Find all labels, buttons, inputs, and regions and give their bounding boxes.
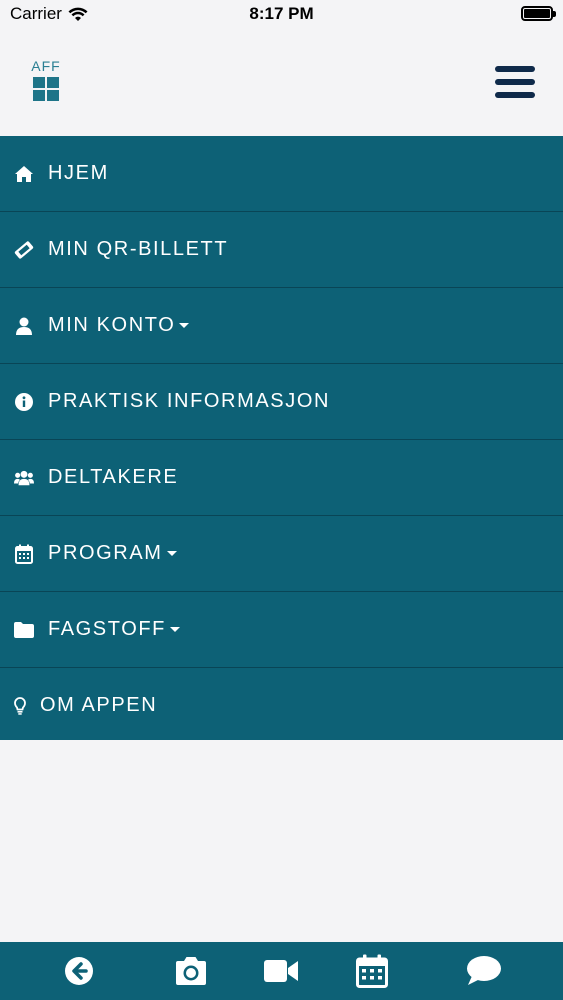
menu-item-hjem[interactable]: HJEM (0, 136, 563, 212)
navigation-menu: HJEM MIN QR-BILLETT MIN KONTO PRAKTISK I… (0, 136, 563, 744)
video-icon[interactable] (263, 954, 299, 988)
menu-item-min-konto[interactable]: MIN KONTO (0, 288, 563, 364)
calendar-icon (14, 544, 34, 564)
menu-item-label: FAGSTOFF (48, 618, 166, 640)
users-icon (14, 468, 34, 488)
menu-item-label: PRAKTISK INFORMASJON (48, 390, 331, 412)
menu-item-praktisk-informasjon[interactable]: PRAKTISK INFORMASJON (0, 364, 563, 440)
hamburger-menu-button[interactable] (495, 66, 535, 102)
menu-item-label: OM APPEN (40, 694, 158, 716)
battery-icon (521, 6, 556, 21)
menu-item-label: MIN KONTO (48, 314, 176, 336)
menu-item-om-appen[interactable]: OM APPEN (0, 668, 563, 744)
empty-content-area (0, 740, 563, 942)
camera-icon[interactable] (173, 954, 209, 988)
menu-item-label: HJEM (48, 162, 109, 184)
menu-item-label: PROGRAM (48, 542, 163, 564)
app-header: AFF (0, 28, 563, 136)
menu-item-deltakere[interactable]: DELTAKERE (0, 440, 563, 516)
folder-icon (14, 620, 34, 640)
calendar-icon[interactable] (354, 954, 390, 988)
chevron-down-icon (170, 627, 180, 632)
lightbulb-icon (14, 696, 26, 716)
info-icon (14, 392, 34, 412)
menu-item-label: DELTAKERE (48, 466, 179, 488)
status-time: 8:17 PM (249, 4, 314, 23)
chat-icon[interactable] (466, 954, 502, 988)
logo-text: AFF (31, 58, 61, 74)
status-bar: Carrier 8:17 PM (0, 0, 563, 28)
chevron-down-icon (179, 323, 190, 328)
bottom-navigation-bar (0, 942, 563, 1000)
home-icon (14, 164, 34, 184)
menu-item-label: MIN QR-BILLETT (48, 238, 229, 260)
logo-emblem (30, 77, 62, 101)
menu-item-min-qr-billett[interactable]: MIN QR-BILLETT (0, 212, 563, 288)
menu-item-fagstoff[interactable]: FAGSTOFF (0, 592, 563, 668)
user-icon (14, 316, 34, 336)
app-logo: AFF (30, 58, 62, 101)
back-arrow-icon[interactable] (61, 954, 97, 988)
menu-item-program[interactable]: PROGRAM (0, 516, 563, 592)
ticket-icon (14, 240, 34, 260)
chevron-down-icon (166, 551, 177, 556)
